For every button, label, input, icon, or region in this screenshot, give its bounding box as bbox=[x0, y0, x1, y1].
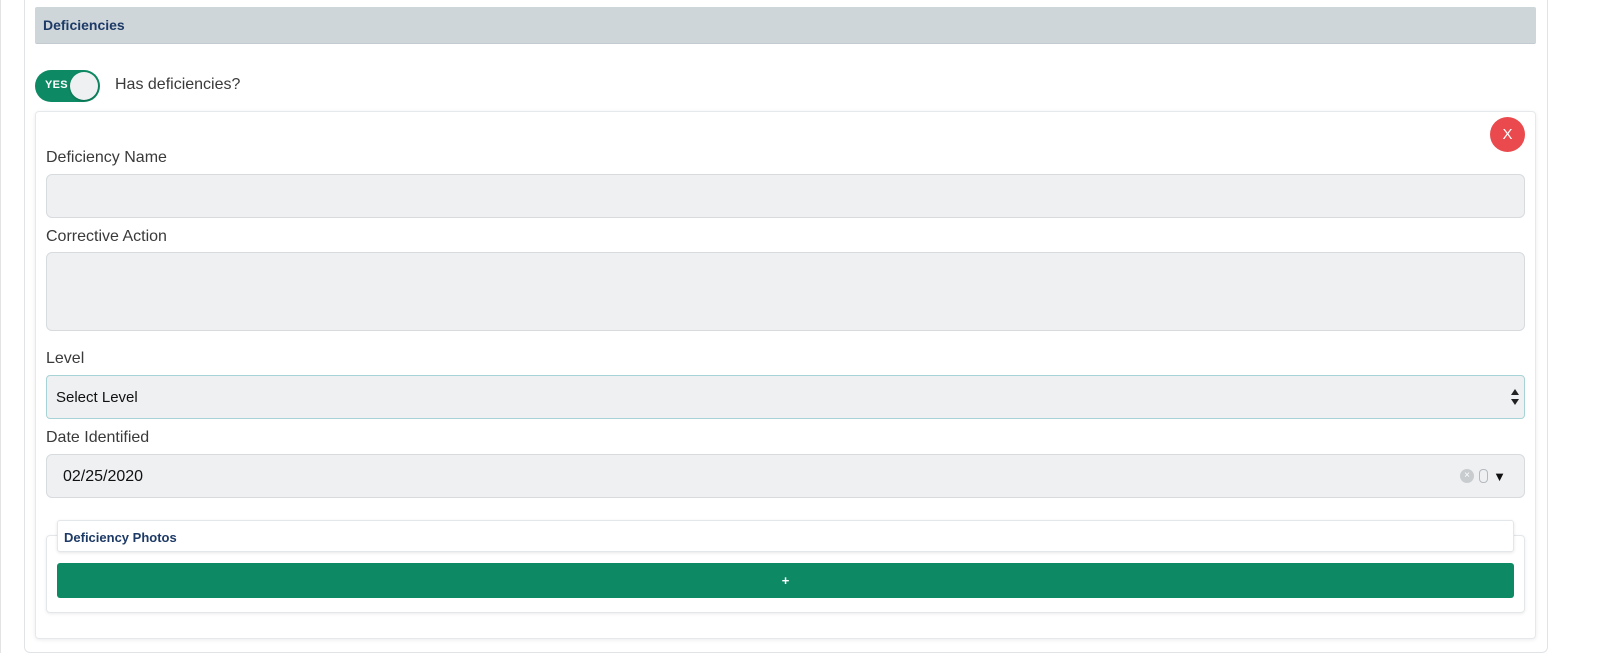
deficiency-name-label: Deficiency Name bbox=[46, 149, 167, 166]
corrective-action-label: Corrective Action bbox=[46, 228, 167, 245]
date-value: 02/25/2020 bbox=[63, 468, 144, 485]
corrective-action-textarea[interactable] bbox=[46, 252, 1525, 331]
level-select[interactable]: Select Level bbox=[46, 375, 1525, 419]
clear-date-icon[interactable]: × bbox=[1460, 469, 1474, 483]
level-label: Level bbox=[46, 350, 85, 367]
deficiency-name-input[interactable] bbox=[46, 174, 1525, 218]
has-deficiencies-toggle[interactable]: YES bbox=[35, 70, 100, 102]
add-photo-button[interactable]: + bbox=[57, 563, 1514, 598]
remove-deficiency-button[interactable]: X bbox=[1490, 117, 1525, 152]
date-spinner-icon[interactable] bbox=[1479, 469, 1488, 483]
toggle-state-label: YES bbox=[45, 79, 68, 91]
photos-title: Deficiency Photos bbox=[64, 530, 177, 545]
select-arrows-icon bbox=[1511, 389, 1519, 405]
toggle-caption: Has deficiencies? bbox=[115, 76, 241, 93]
date-identified-label: Date Identified bbox=[46, 429, 150, 446]
level-selected-value: Select Level bbox=[56, 389, 138, 406]
section-header: Deficiencies bbox=[35, 7, 1536, 44]
photos-header: Deficiency Photos bbox=[57, 520, 1514, 552]
calendar-dropdown-icon[interactable]: ▼ bbox=[1493, 469, 1506, 484]
section-title: Deficiencies bbox=[43, 17, 125, 33]
date-identified-input[interactable]: 02/25/2020 × ▼ bbox=[46, 454, 1525, 498]
toggle-knob bbox=[70, 72, 98, 100]
